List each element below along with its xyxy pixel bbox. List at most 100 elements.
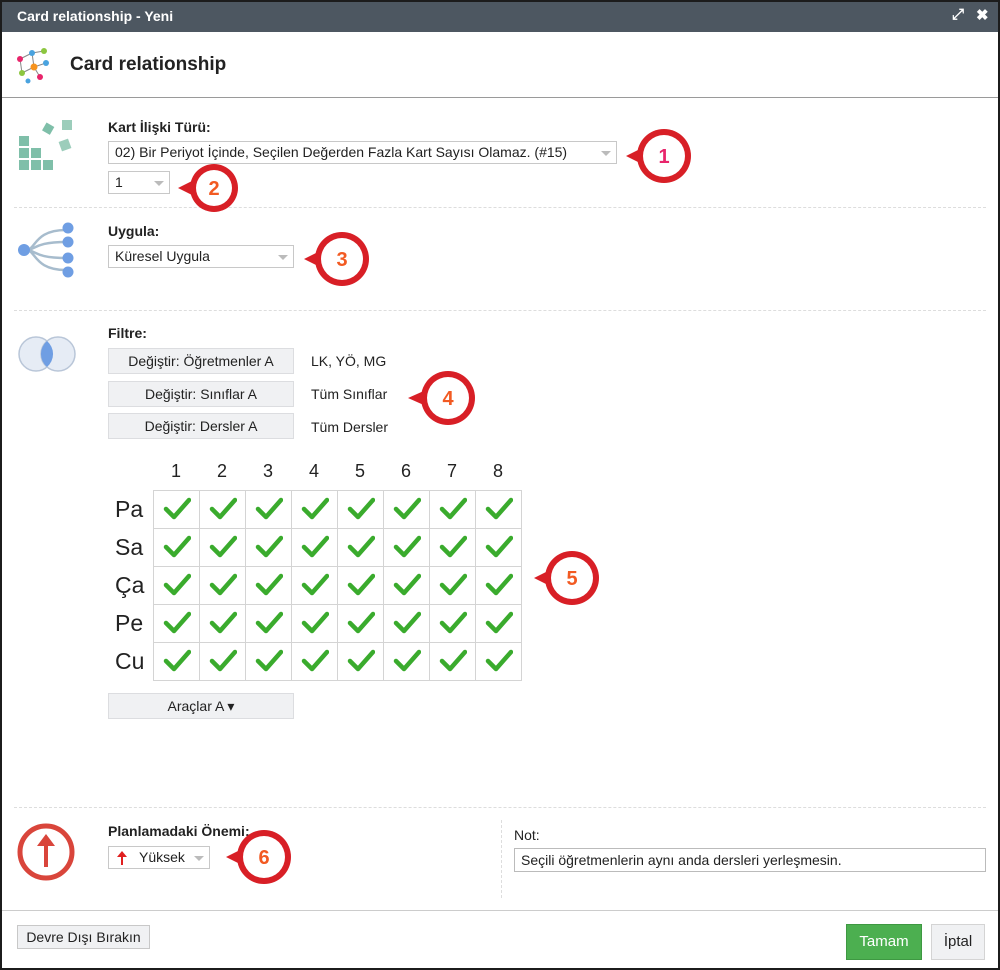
relation-type-value: 02) Bir Periyot İçinde, Seçilen Değerden… xyxy=(115,144,568,160)
grid-cell[interactable] xyxy=(199,528,246,567)
period-header: 5 xyxy=(354,461,365,481)
importance-select[interactable]: Yüksek xyxy=(108,846,210,869)
checkmark-icon xyxy=(209,649,237,672)
grid-cell[interactable] xyxy=(337,528,384,567)
grid-cell[interactable] xyxy=(383,566,430,605)
grid-cell[interactable] xyxy=(475,490,522,529)
checkmark-icon xyxy=(393,535,421,558)
grid-cell[interactable] xyxy=(337,604,384,643)
grid-cell[interactable] xyxy=(199,566,246,605)
ok-button[interactable]: Tamam xyxy=(846,924,922,960)
grid-cell[interactable] xyxy=(245,604,292,643)
checkmark-icon xyxy=(485,535,513,558)
grid-cell[interactable] xyxy=(337,490,384,529)
grid-cell[interactable] xyxy=(475,566,522,605)
grid-cell[interactable] xyxy=(337,566,384,605)
grid-cell[interactable] xyxy=(245,528,292,567)
grid-cell[interactable] xyxy=(383,490,430,529)
checkmark-icon xyxy=(439,497,467,520)
importance-value: Yüksek xyxy=(139,849,185,865)
grid-cell[interactable] xyxy=(291,604,338,643)
checkmark-icon xyxy=(485,649,513,672)
grid-cell[interactable] xyxy=(199,604,246,643)
callout-marker-4: 4 xyxy=(408,371,475,425)
grid-cell[interactable] xyxy=(429,490,476,529)
grid-cell[interactable] xyxy=(383,604,430,643)
grid-cell[interactable] xyxy=(291,566,338,605)
grid-cell[interactable] xyxy=(291,528,338,567)
grid-cell[interactable] xyxy=(245,490,292,529)
grid-cell[interactable] xyxy=(291,642,338,681)
apply-select[interactable]: Küresel Uygula xyxy=(108,245,294,268)
blocks-icon xyxy=(19,120,72,170)
period-grid xyxy=(153,490,522,681)
callout-marker-6: 6 xyxy=(226,830,291,884)
period-header: 8 xyxy=(492,461,503,481)
close-icon[interactable]: ✖ xyxy=(976,6,989,24)
marker-number: 5 xyxy=(566,568,577,590)
dialog-heading: Card relationship xyxy=(70,54,227,75)
window-title: Card relationship - Yeni xyxy=(17,8,174,24)
callout-marker-5: 5 xyxy=(534,551,599,605)
expand-icon[interactable]: ⤢ xyxy=(952,6,964,23)
apply-label: Uygula: xyxy=(108,223,160,239)
count-value: 1 xyxy=(115,174,123,190)
title-bar[interactable]: Card relationship - Yeni ⤢ ✖ xyxy=(2,2,998,32)
marker-number: 1 xyxy=(658,146,669,168)
checkmark-icon xyxy=(485,573,513,596)
disable-button[interactable]: Devre Dışı Bırakın xyxy=(17,925,150,949)
checkmark-icon xyxy=(301,611,329,634)
period-header: 1 xyxy=(170,461,181,481)
grid-cell[interactable] xyxy=(199,642,246,681)
checkmark-icon xyxy=(163,497,191,520)
period-header: 3 xyxy=(262,461,273,481)
day-label: Pa xyxy=(115,496,144,522)
checkmark-icon xyxy=(163,535,191,558)
period-header: 4 xyxy=(308,461,319,481)
checkmark-icon xyxy=(485,611,513,634)
vertical-divider xyxy=(501,820,502,898)
grid-cell[interactable] xyxy=(337,642,384,681)
grid-cell[interactable] xyxy=(383,642,430,681)
count-select[interactable]: 1 xyxy=(108,171,170,194)
change-classes-button[interactable]: Değiştir: Sınıflar A xyxy=(108,381,294,407)
grid-cell[interactable] xyxy=(475,604,522,643)
grid-cell[interactable] xyxy=(245,566,292,605)
grid-row xyxy=(153,642,522,681)
grid-cell[interactable] xyxy=(153,490,200,529)
chevron-down-icon xyxy=(278,255,288,260)
checkmark-icon xyxy=(393,649,421,672)
grid-cell[interactable] xyxy=(153,566,200,605)
grid-cell[interactable] xyxy=(245,642,292,681)
checkmark-icon xyxy=(439,535,467,558)
grid-cell[interactable] xyxy=(291,490,338,529)
grid-cell[interactable] xyxy=(429,604,476,643)
day-label: Cu xyxy=(115,648,145,674)
grid-cell[interactable] xyxy=(429,642,476,681)
note-input[interactable]: Seçili öğretmenlerin aynı anda dersleri … xyxy=(514,848,986,872)
grid-cell[interactable] xyxy=(475,528,522,567)
grid-cell[interactable] xyxy=(153,604,200,643)
checkmark-icon xyxy=(347,535,375,558)
change-teachers-button[interactable]: Değiştir: Öğretmenler A xyxy=(108,348,294,374)
grid-cell[interactable] xyxy=(383,528,430,567)
checkmark-icon xyxy=(347,649,375,672)
change-subjects-button[interactable]: Değiştir: Dersler A xyxy=(108,413,294,439)
marker-number: 6 xyxy=(258,847,269,869)
checkmark-icon xyxy=(301,535,329,558)
grid-row xyxy=(153,528,522,567)
priority-up-icon xyxy=(17,823,75,881)
grid-cell[interactable] xyxy=(199,490,246,529)
venn-icon xyxy=(18,336,76,372)
checkmark-icon xyxy=(393,573,421,596)
grid-cell[interactable] xyxy=(475,642,522,681)
cancel-button[interactable]: İptal xyxy=(931,924,985,960)
grid-cell[interactable] xyxy=(153,528,200,567)
day-label: Sa xyxy=(115,534,144,560)
grid-cell[interactable] xyxy=(153,642,200,681)
grid-cell[interactable] xyxy=(429,566,476,605)
tools-button[interactable]: Araçlar A ▾ xyxy=(108,693,294,719)
grid-cell[interactable] xyxy=(429,528,476,567)
period-header: 6 xyxy=(400,461,411,481)
callout-marker-2: 2 xyxy=(178,164,238,212)
